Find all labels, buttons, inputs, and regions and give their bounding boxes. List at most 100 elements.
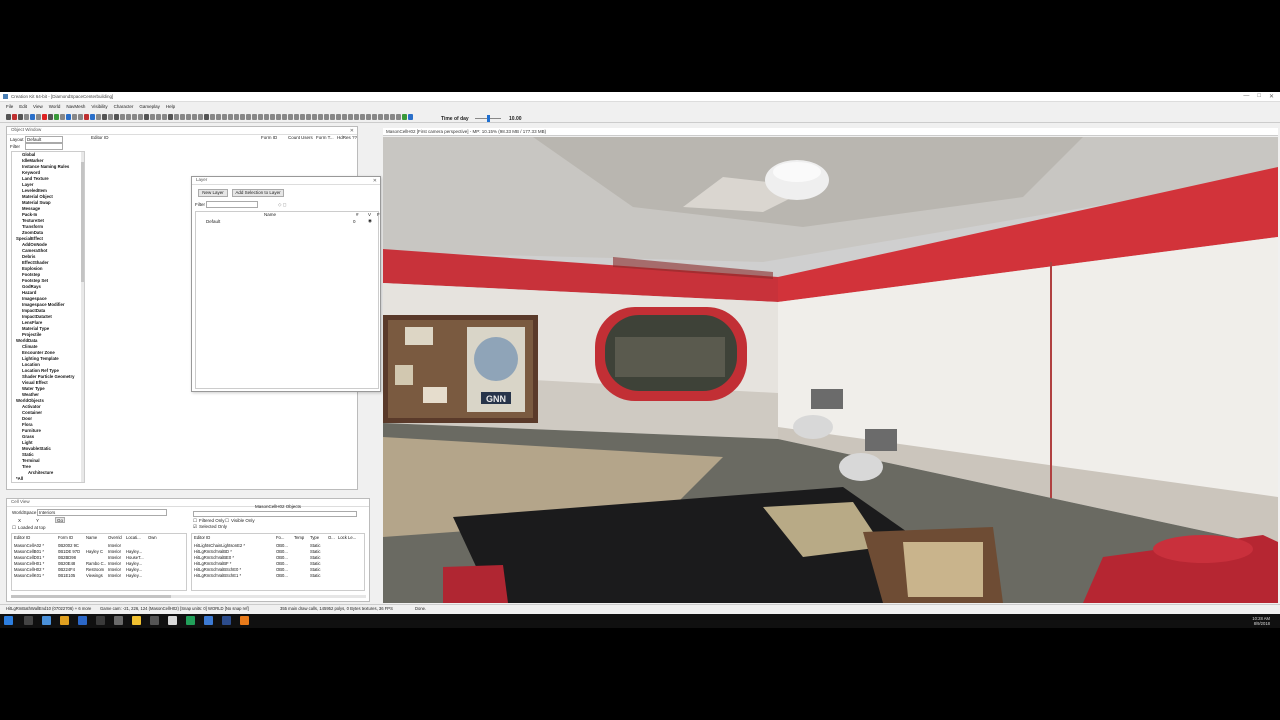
objects-column-header[interactable]: Type (308, 535, 326, 541)
toolbar-button-icon[interactable] (192, 114, 197, 120)
objects-column-header[interactable]: O... (326, 535, 336, 541)
close-button[interactable]: ✕ (1269, 93, 1274, 100)
col-form-id[interactable]: Form ID (261, 135, 277, 140)
table-row[interactable]: HitLgRmSchValBSchE1 * OB0... Static (192, 573, 358, 579)
menu-edit[interactable]: Edit (19, 104, 27, 112)
col-users[interactable]: Users (301, 135, 313, 140)
new-layer-button[interactable]: New Layer (198, 189, 228, 197)
menu-view[interactable]: View (33, 104, 43, 112)
render-viewport[interactable]: GNN (383, 137, 1278, 603)
cells-column-header[interactable]: Own (146, 535, 166, 541)
col-editor-id[interactable]: Editor ID (91, 135, 109, 140)
toolbar-button-icon[interactable] (222, 114, 227, 120)
toolbar-button-icon[interactable] (306, 114, 311, 120)
app-icon-2[interactable] (96, 616, 105, 625)
toolbar-button-icon[interactable] (384, 114, 389, 120)
toolbar-button-icon[interactable] (234, 114, 239, 120)
file-explorer-icon[interactable] (132, 616, 141, 625)
toolbar-button-icon[interactable] (282, 114, 287, 120)
toolbar-button-icon[interactable] (90, 114, 95, 120)
toolbar-button-icon[interactable] (276, 114, 281, 120)
layer-col-freeze[interactable]: F (377, 212, 380, 217)
toolbar-button-icon[interactable] (198, 114, 203, 120)
toolbar-button-icon[interactable] (96, 114, 101, 120)
toolbar-button-icon[interactable] (24, 114, 29, 120)
app-icon-5[interactable] (186, 616, 195, 625)
layer-col-visible[interactable]: V (368, 212, 371, 217)
toolbar-button-icon[interactable] (168, 114, 173, 120)
toolbar-button-icon[interactable] (150, 114, 155, 120)
toolbar-button-icon[interactable] (396, 114, 401, 120)
toolbar-button-icon[interactable] (294, 114, 299, 120)
toolbar-button-icon[interactable] (402, 114, 407, 120)
toolbar-button-icon[interactable] (144, 114, 149, 120)
toolbar-button-icon[interactable] (336, 114, 341, 120)
toolbar-button-icon[interactable] (408, 114, 413, 120)
cells-column-header[interactable]: Form ID (56, 535, 84, 541)
toolbar-button-icon[interactable] (372, 114, 377, 120)
filter-input[interactable] (25, 143, 63, 150)
toolbar-button-icon[interactable] (6, 114, 11, 120)
app-icon-8[interactable] (240, 616, 249, 625)
selected-only-checkbox[interactable]: ☑ (193, 524, 197, 530)
toolbar-button-icon[interactable] (258, 114, 263, 120)
go-button[interactable]: Go (55, 517, 65, 523)
toolbar-button-icon[interactable] (390, 114, 395, 120)
toolbar-button-icon[interactable] (180, 114, 185, 120)
layout-select[interactable]: Default (25, 136, 63, 143)
toolbar-button-icon[interactable] (108, 114, 113, 120)
objects-filter-input[interactable] (193, 511, 357, 517)
toolbar-button-icon[interactable] (30, 114, 35, 120)
objects-column-header[interactable]: Editor ID (192, 535, 274, 541)
toolbar-button-icon[interactable] (348, 114, 353, 120)
toolbar-button-icon[interactable] (36, 114, 41, 120)
cells-column-header[interactable]: Overrid (106, 535, 124, 541)
cells-column-header[interactable]: Editor ID (12, 535, 56, 541)
toolbar-button-icon[interactable] (228, 114, 233, 120)
toolbar-button-icon[interactable] (18, 114, 23, 120)
toolbar-button-icon[interactable] (12, 114, 17, 120)
start-icon[interactable] (4, 616, 13, 625)
toolbar-button-icon[interactable] (78, 114, 83, 120)
app-icon-7[interactable] (222, 616, 231, 625)
app-icon-4[interactable] (168, 616, 177, 625)
toolbar-button-icon[interactable] (60, 114, 65, 120)
toolbar-button-icon[interactable] (378, 114, 383, 120)
toolbar-button-icon[interactable] (318, 114, 323, 120)
toolbar-button-icon[interactable] (360, 114, 365, 120)
maximize-button[interactable]: □ (1257, 93, 1261, 100)
system-tray[interactable]: 10:28 AM 8/9/2018 (1252, 616, 1270, 626)
toolbar-button-icon[interactable] (114, 114, 119, 120)
app-icon-1[interactable] (78, 616, 87, 625)
toolbar-button-icon[interactable] (48, 114, 53, 120)
menu-navmesh[interactable]: NavMesh (66, 104, 85, 112)
worldspace-select[interactable]: Interiors (37, 509, 167, 516)
toolbar-button-icon[interactable] (270, 114, 275, 120)
toolbar-button-icon[interactable] (54, 114, 59, 120)
layer-col-count[interactable]: # (356, 212, 359, 217)
toolbar-button-icon[interactable] (204, 114, 209, 120)
tree-scrollbar[interactable] (81, 152, 84, 482)
search-icon[interactable] (24, 616, 33, 625)
toolbar-button-icon[interactable] (156, 114, 161, 120)
cell-view-scrollbar[interactable] (11, 595, 366, 598)
objects-column-header[interactable]: Lock Le... (336, 535, 358, 541)
col-count[interactable]: Count (288, 135, 300, 140)
objects-column-header[interactable]: Fo... (274, 535, 292, 541)
close-icon[interactable]: ✕ (373, 178, 377, 184)
toolbar-button-icon[interactable] (354, 114, 359, 120)
toolbar-button-icon[interactable] (240, 114, 245, 120)
menu-character[interactable]: Character (114, 104, 134, 112)
table-row[interactable]: MasonCellK01 * 0B1E105 Viewings Interior Hay… (12, 573, 166, 579)
app-icon-6[interactable] (204, 616, 213, 625)
loaded-at-top-checkbox[interactable]: ☐ (12, 525, 16, 531)
menu-visibility[interactable]: Visibility (91, 104, 107, 112)
task-view-icon[interactable] (42, 616, 51, 625)
time-of-day-slider-thumb[interactable] (487, 115, 490, 122)
layer-default-name[interactable]: Default (206, 219, 220, 224)
toolbar-button-icon[interactable] (72, 114, 77, 120)
cells-column-header[interactable]: Name (84, 535, 106, 541)
menu-help[interactable]: Help (166, 104, 175, 112)
add-selection-button[interactable]: Add Selection to Layer (232, 189, 284, 197)
toolbar-button-icon[interactable] (162, 114, 167, 120)
